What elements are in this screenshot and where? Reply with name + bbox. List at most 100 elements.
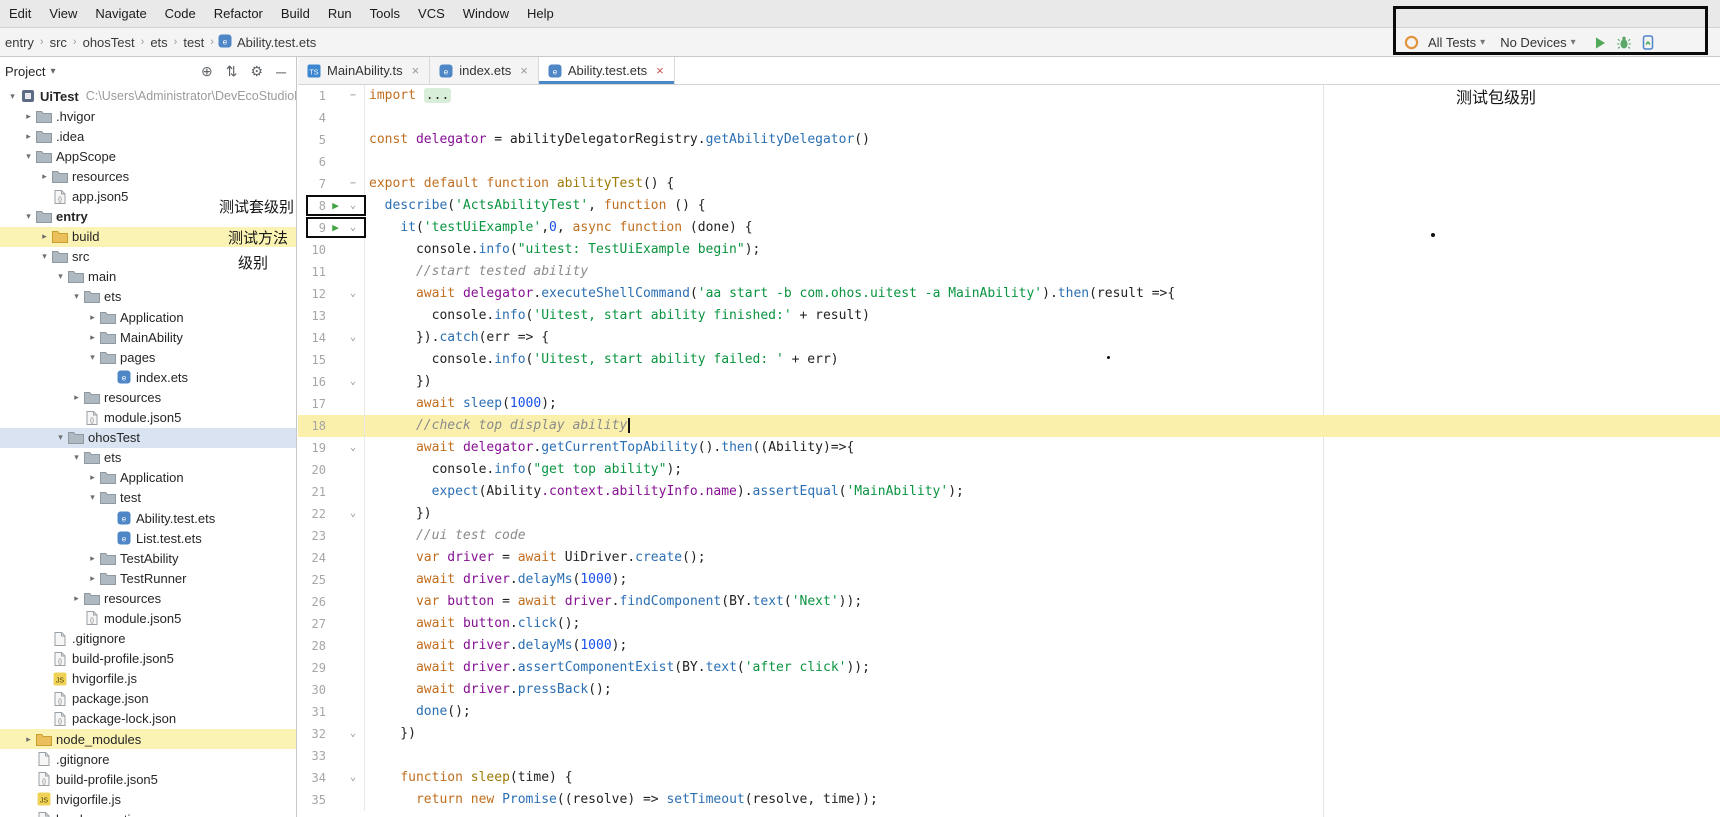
menu-item-vcs[interactable]: VCS [409, 0, 454, 27]
code-row-line-14[interactable]: 14⌄ }).catch(err => { [298, 327, 1720, 349]
gutter-fold-icon[interactable]: ⌄ [345, 371, 361, 393]
gutter-fold-icon[interactable]: ⌄ [345, 503, 361, 525]
tree-expand-arrow[interactable]: ▸ [22, 111, 35, 122]
gutter-fold-icon[interactable]: ⌄ [345, 283, 361, 305]
code-row-line-8[interactable]: 8▶⌄ describe('ActsAbilityTest', function… [298, 195, 1720, 217]
tree-item-build-profile.json5[interactable]: {}build-profile.json5 [0, 649, 296, 669]
tree-item-Application[interactable]: ▸Application [0, 468, 296, 488]
breadcrumb-item[interactable]: ets [148, 35, 169, 50]
tree-item-hvigorfile.js[interactable]: JShvigorfile.js [0, 789, 296, 809]
gutter-run-test-icon[interactable]: ▶ [326, 195, 345, 217]
code-row-line-4[interactable]: 4 [298, 107, 1720, 129]
tree-item-TestRunner[interactable]: ▸TestRunner [0, 568, 296, 588]
menu-item-tools[interactable]: Tools [361, 0, 409, 27]
tree-item-AppScope[interactable]: ▾AppScope [0, 146, 296, 166]
locate-icon[interactable]: ⊕ [201, 63, 213, 80]
tree-expand-arrow[interactable]: ▾ [22, 211, 35, 222]
gutter-fold-icon[interactable]: ⌄ [345, 217, 361, 239]
project-panel-title[interactable]: Project [5, 64, 45, 79]
code-row-line-24[interactable]: 24 var driver = await UiDriver.create(); [298, 547, 1720, 569]
tree-item-ohosTest[interactable]: ▾ohosTest [0, 428, 296, 448]
tree-expand-arrow[interactable]: ▾ [86, 352, 99, 363]
tree-expand-arrow[interactable]: ▸ [86, 553, 99, 564]
profiler-icon[interactable] [1641, 35, 1655, 50]
tab-index.ets[interactable]: eindex.ets× [430, 57, 539, 84]
code-row-line-16[interactable]: 16⌄ }) [298, 371, 1720, 393]
menu-item-view[interactable]: View [40, 0, 86, 27]
code-row-line-12[interactable]: 12⌄ await delegator.executeShellCommand(… [298, 283, 1720, 305]
gutter-fold-icon[interactable]: ⌄ [345, 767, 361, 789]
tab-close-icon[interactable]: × [520, 63, 528, 78]
breadcrumb-item[interactable]: src [48, 35, 69, 50]
tree-item-UiTest[interactable]: ▾UiTestC:\Users\Administrator\DevEcoStud… [0, 86, 296, 106]
code-row-line-25[interactable]: 25 await driver.delayMs(1000); [298, 569, 1720, 591]
tab-close-icon[interactable]: × [656, 63, 664, 78]
code-row-line-9[interactable]: 9▶⌄ it('testUiExample',0, async function… [298, 217, 1720, 239]
code-row-line-6[interactable]: 6 [298, 151, 1720, 173]
tree-item-local.properties[interactable]: local.properties [0, 809, 296, 817]
tree-item-module.json5[interactable]: {}module.json5 [0, 608, 296, 628]
code-row-line-15[interactable]: 15 console.info('Uitest, start ability f… [298, 349, 1720, 371]
code-row-line-23[interactable]: 23 //ui test code [298, 525, 1720, 547]
settings-gear-icon[interactable]: ⚙ [251, 63, 264, 80]
tree-item-package-lock.json[interactable]: {}package-lock.json [0, 709, 296, 729]
tree-item-Application[interactable]: ▸Application [0, 307, 296, 327]
tree-expand-arrow[interactable]: ▸ [22, 131, 35, 142]
gutter-run-test-icon[interactable]: ▶ [326, 217, 345, 239]
code-row-line-34[interactable]: 34⌄ function sleep(time) { [298, 767, 1720, 789]
tree-item-Ability.test.ets[interactable]: eAbility.test.ets [0, 508, 296, 528]
code-row-line-13[interactable]: 13 console.info('Uitest, start ability f… [298, 305, 1720, 327]
tree-item-module.json5[interactable]: {}module.json5 [0, 408, 296, 428]
menu-item-window[interactable]: Window [454, 0, 518, 27]
tree-expand-arrow[interactable]: ▸ [38, 171, 51, 182]
breadcrumb-item[interactable]: entry [3, 35, 36, 50]
tree-item-.hvigor[interactable]: ▸.hvigor [0, 106, 296, 126]
gutter-fold-icon[interactable]: − [345, 173, 361, 195]
gutter-fold-icon[interactable]: ⌄ [345, 327, 361, 349]
gutter-fold-icon[interactable]: ⌄ [345, 437, 361, 459]
run-icon[interactable] [1593, 36, 1607, 50]
code-row-line-19[interactable]: 19⌄ await delegator.getCurrentTopAbility… [298, 437, 1720, 459]
gutter-fold-icon[interactable]: ⌄ [345, 195, 361, 217]
tree-expand-arrow[interactable]: ▸ [86, 332, 99, 343]
tree-item-nodemodules[interactable]: ▸node_modules [0, 729, 296, 749]
code-row-line-5[interactable]: 5const delegator = abilityDelegatorRegis… [298, 129, 1720, 151]
tree-item-.gitignore[interactable]: .gitignore [0, 629, 296, 649]
tree-item-pages[interactable]: ▾pages [0, 347, 296, 367]
code-row-line-18[interactable]: 18 //check top display ability [298, 415, 1720, 437]
code-row-line-17[interactable]: 17 await sleep(1000); [298, 393, 1720, 415]
debug-icon[interactable] [1616, 35, 1632, 50]
code-row-line-28[interactable]: 28 await driver.delayMs(1000); [298, 635, 1720, 657]
code-row-line-11[interactable]: 11 //start tested ability [298, 261, 1720, 283]
tree-item-resources[interactable]: ▸resources [0, 588, 296, 608]
tree-expand-arrow[interactable]: ▸ [86, 472, 99, 483]
menu-item-navigate[interactable]: Navigate [86, 0, 155, 27]
gutter-fold-icon[interactable]: ⌄ [345, 723, 361, 745]
code-row-line-10[interactable]: 10 console.info("uitest: TestUiExample b… [298, 239, 1720, 261]
tree-expand-arrow[interactable]: ▾ [38, 251, 51, 262]
breadcrumb-item[interactable]: test [181, 35, 206, 50]
menu-item-help[interactable]: Help [518, 0, 563, 27]
tree-item-resources[interactable]: ▸resources [0, 166, 296, 186]
code-row-line-29[interactable]: 29 await driver.assertComponentExist(BY.… [298, 657, 1720, 679]
tree-item-ets[interactable]: ▾ets [0, 287, 296, 307]
tree-expand-arrow[interactable]: ▸ [22, 734, 35, 745]
tree-expand-arrow[interactable]: ▾ [54, 432, 67, 443]
tree-expand-arrow[interactable]: ▸ [38, 231, 51, 242]
tree-expand-arrow[interactable]: ▾ [22, 151, 35, 162]
tree-item-.gitignore[interactable]: .gitignore [0, 749, 296, 769]
tree-expand-arrow[interactable]: ▸ [70, 392, 83, 403]
tree-expand-arrow[interactable]: ▸ [70, 593, 83, 604]
breadcrumb-item[interactable]: ohosTest [81, 35, 137, 50]
device-dropdown[interactable]: No Devices ▾ [1500, 35, 1576, 50]
tree-expand-arrow[interactable]: ▾ [86, 492, 99, 503]
tree-expand-arrow[interactable]: ▾ [70, 452, 83, 463]
menu-item-build[interactable]: Build [272, 0, 319, 27]
tree-item-ets[interactable]: ▾ets [0, 448, 296, 468]
tree-expand-arrow[interactable]: ▾ [70, 291, 83, 302]
tab-Ability.test.ets[interactable]: eAbility.test.ets× [539, 57, 675, 84]
tree-item-resources[interactable]: ▸resources [0, 387, 296, 407]
collapse-all-icon[interactable]: ⇅ [226, 63, 238, 80]
tree-item-package.json[interactable]: {}package.json [0, 689, 296, 709]
tree-expand-arrow[interactable]: ▾ [6, 91, 19, 102]
